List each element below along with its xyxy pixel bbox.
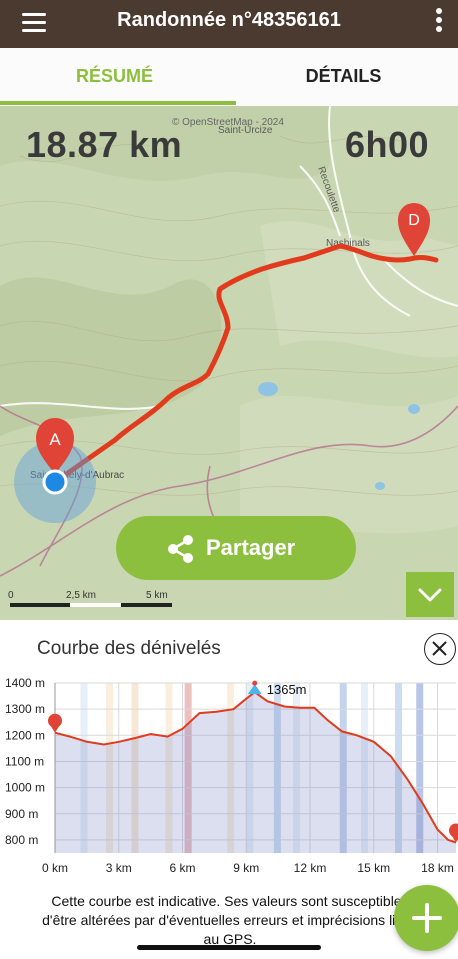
distance-value: 18.87 km [26, 124, 183, 165]
y-tick-label: 1100 m [5, 754, 44, 768]
y-tick-label: 1200 m [5, 728, 45, 742]
x-tick-label: 15 km [357, 861, 390, 875]
x-tick-label: 12 km [294, 861, 327, 875]
share-button-label: Partager [206, 535, 296, 560]
elevation-title: Courbe des dénivelés [37, 638, 221, 659]
tab-details[interactable]: DÉTAILS [229, 48, 458, 106]
elevation-chart: 1400 m 1300 m 1200 m 1100 m 1000 m 900 m 800 m… [5, 676, 458, 875]
end-marker-label: D [408, 212, 420, 229]
peak-elevation-label: 1365m [267, 682, 307, 697]
plus-icon [412, 903, 442, 933]
tab-bar: RÉSUMÉ DÉTAILS [0, 48, 458, 106]
peak-dot [252, 680, 258, 686]
x-tick-label: 3 km [106, 861, 132, 875]
x-tick-label: 18 km [421, 861, 454, 875]
scale-label-max: 5 km [146, 590, 168, 601]
chart-pin-marker [48, 713, 62, 733]
chevron-down-icon [418, 588, 442, 602]
y-tick-label: 1300 m [5, 702, 45, 716]
x-tick-label: 9 km [233, 861, 259, 875]
page-title: Randonnée n°48356161 [117, 9, 341, 31]
map-scale: 0 2,5 km 5 km [6, 590, 176, 610]
add-button[interactable] [394, 885, 458, 951]
y-tick-label: 1400 m [5, 676, 45, 690]
x-tick-label: 0 km [42, 861, 68, 875]
duration-value: 6h00 [345, 124, 430, 165]
close-elevation-button[interactable] [424, 633, 456, 665]
scale-label-mid: 2,5 km [66, 590, 97, 601]
scale-bar [10, 603, 172, 607]
start-marker-label: A [49, 430, 61, 449]
current-location-icon [42, 469, 68, 495]
collapse-map-button[interactable] [406, 572, 454, 617]
close-icon [432, 641, 447, 656]
app-header: Randonnée n°48356161 [0, 0, 458, 48]
share-button[interactable]: Partager [116, 516, 356, 580]
home-indicator [137, 945, 321, 950]
more-vertical-icon[interactable] [434, 8, 444, 36]
active-tab-indicator [0, 101, 236, 105]
elevation-disclaimer: Cette courbe est indicative. Ses valeurs… [42, 893, 418, 947]
map-attribution: © OpenStreetMap - 2024 [172, 117, 284, 128]
y-tick-label: 900 m [5, 807, 38, 821]
y-tick-label: 1000 m [5, 781, 45, 795]
share-icon [168, 535, 193, 563]
route-map[interactable]: Saint-Urcize Recoulette Nasbinals Saint-… [0, 106, 458, 620]
scale-label-zero: 0 [8, 590, 14, 601]
x-tick-label: 6 km [169, 861, 195, 875]
elevation-panel: Courbe des dénivelés 1400 m 1300 m 1200 m1… [0, 620, 458, 959]
y-tick-label: 800 m [5, 833, 38, 847]
tab-resume[interactable]: RÉSUMÉ [0, 48, 229, 106]
